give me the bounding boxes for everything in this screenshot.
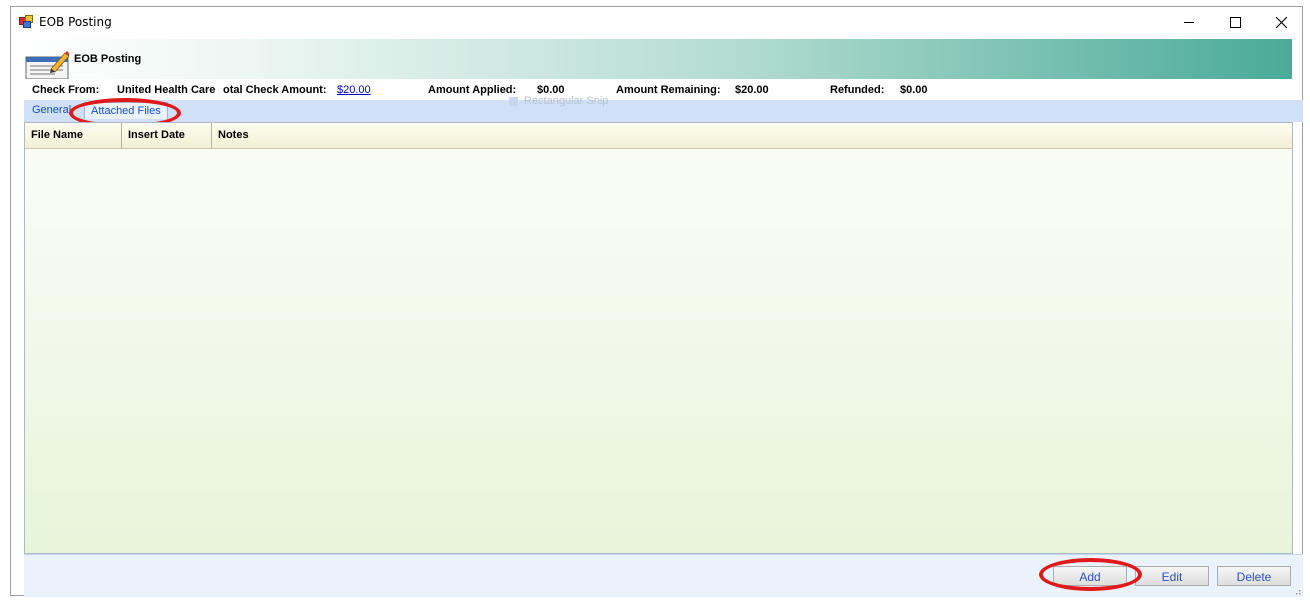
button-bar: Add Edit Delete	[24, 554, 1303, 597]
header-banner: EOB Posting	[21, 39, 1292, 79]
snip-icon	[509, 96, 518, 106]
snip-overlay-text: Rectangular Snip	[524, 95, 609, 107]
delete-button[interactable]: Delete	[1217, 566, 1291, 586]
edit-button[interactable]: Edit	[1135, 566, 1209, 586]
maximize-icon	[1229, 16, 1241, 28]
amount-remaining-value: $20.00	[735, 84, 769, 96]
check-from-value: United Health Care	[117, 84, 216, 96]
maximize-button[interactable]	[1212, 7, 1258, 37]
close-button[interactable]	[1258, 7, 1304, 37]
eob-posting-window: EOB Posting EOB Posting Check From: Unit…	[10, 6, 1303, 597]
tab-general[interactable]: General	[32, 104, 71, 116]
document-pencil-icon	[25, 51, 69, 79]
minimize-icon	[1184, 21, 1194, 23]
header-title: EOB Posting	[74, 53, 142, 65]
resize-grip-icon[interactable]	[1293, 587, 1301, 595]
title-bar: EOB Posting	[11, 7, 1302, 37]
attached-files-grid[interactable]: File Name Insert Date Notes	[24, 122, 1293, 554]
refunded-label: Refunded:	[830, 84, 885, 96]
minimize-button[interactable]	[1166, 7, 1212, 37]
check-from-label: Check From:	[32, 84, 100, 96]
column-header-insert-date[interactable]: Insert Date	[122, 123, 212, 148]
column-header-notes[interactable]: Notes	[212, 123, 1292, 148]
close-icon	[1275, 16, 1287, 28]
window-title: EOB Posting	[39, 15, 112, 29]
column-header-file-name[interactable]: File Name	[25, 123, 122, 148]
amount-applied-label: Amount Applied:	[428, 84, 517, 96]
refunded-value: $0.00	[900, 84, 928, 96]
grid-header: File Name Insert Date Notes	[25, 123, 1292, 149]
snip-overlay: Rectangular Snip	[509, 95, 679, 109]
total-check-amount-link[interactable]: $20.00	[337, 84, 371, 96]
app-icon	[19, 15, 33, 28]
tab-attached-files[interactable]: Attached Files	[84, 102, 168, 119]
total-check-label: otal Check Amount:	[223, 84, 327, 96]
add-button[interactable]: Add	[1053, 566, 1127, 586]
